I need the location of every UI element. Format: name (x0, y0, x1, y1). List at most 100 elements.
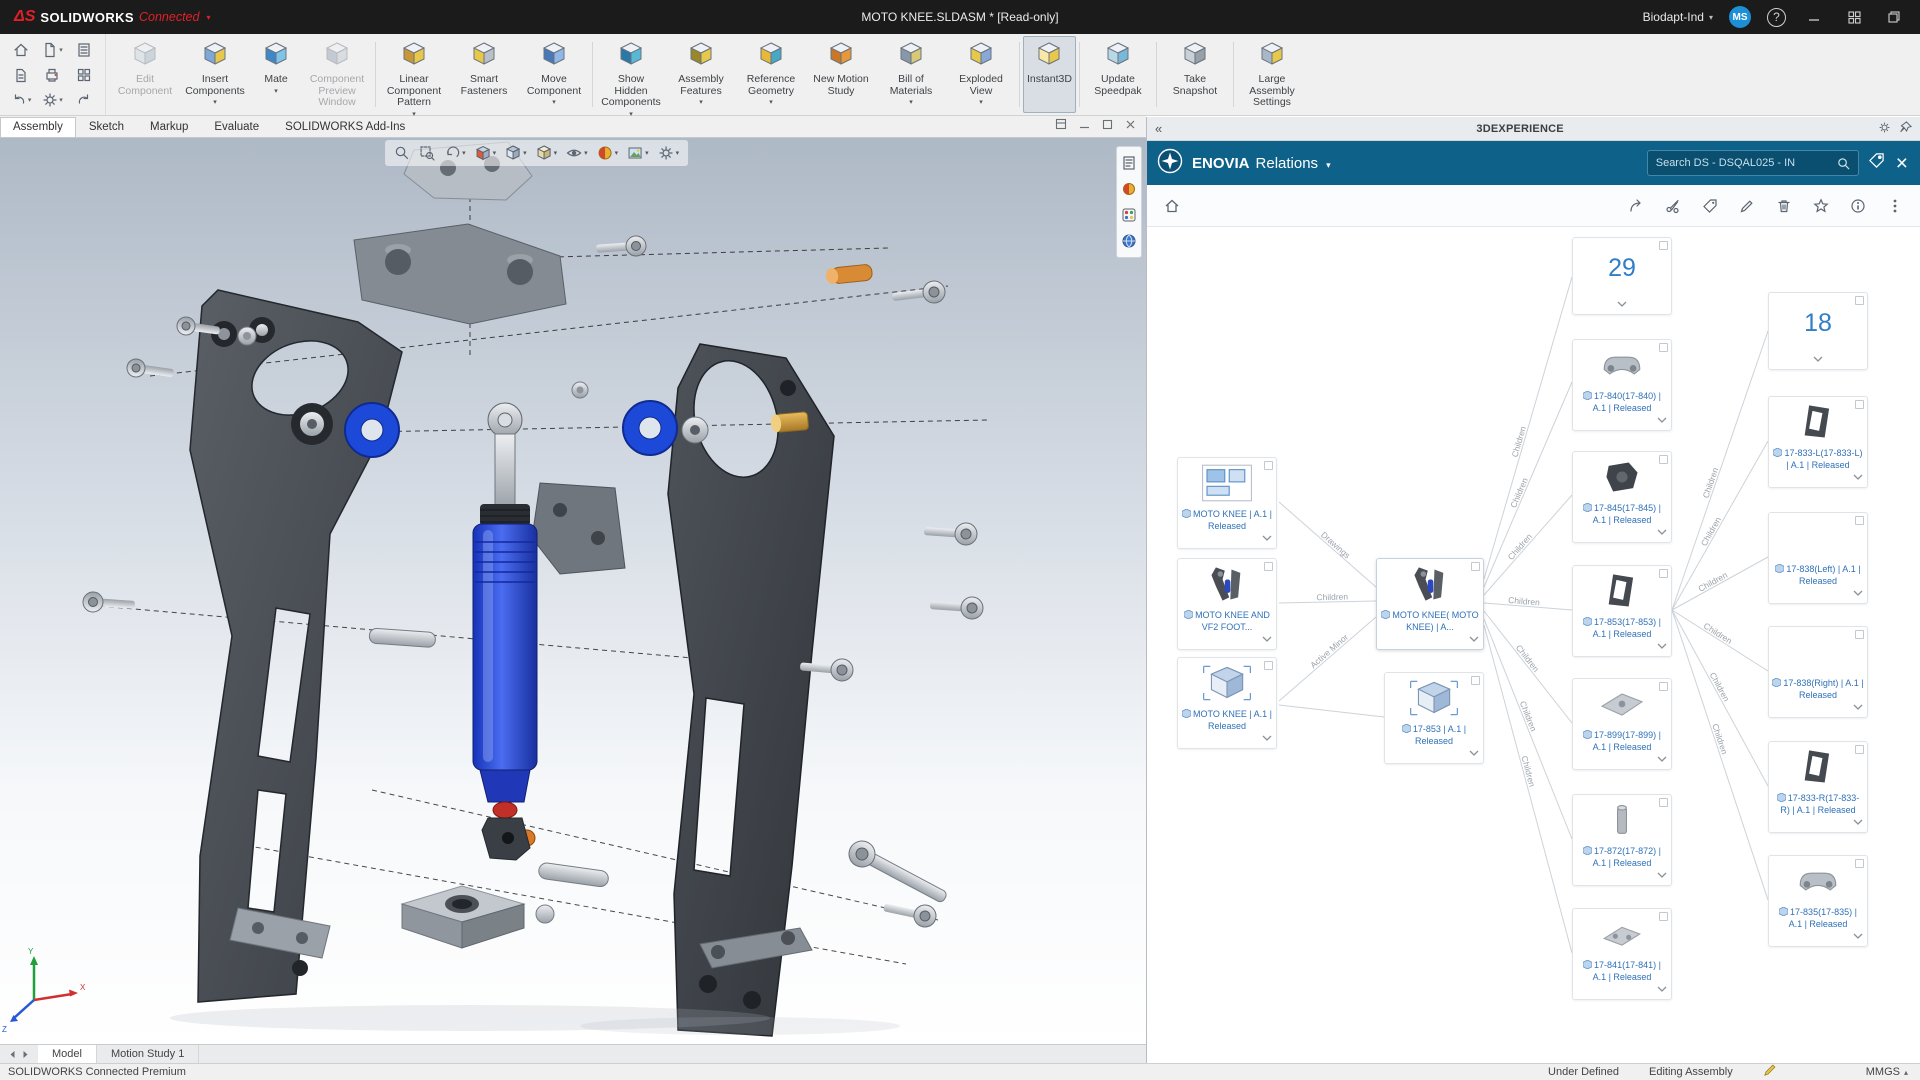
favorite-button[interactable] (1812, 197, 1830, 215)
zoom-area-button[interactable] (416, 142, 438, 164)
home-icon[interactable] (1163, 197, 1181, 215)
pin-commandmanager-icon[interactable] (1055, 118, 1067, 133)
expand-chevron-icon[interactable] (1262, 629, 1272, 647)
model-tab-model[interactable]: Model (38, 1045, 97, 1063)
tile-windows-button[interactable] (1842, 5, 1866, 29)
ribbon-move-component-button[interactable]: Move Component▾ (519, 36, 589, 113)
expand-chevron-icon[interactable] (1657, 522, 1667, 540)
display-style-button[interactable]: ▾ (533, 142, 561, 164)
minimize-panel-icon[interactable] (1079, 119, 1090, 133)
ribbon-new-motion-study-button[interactable]: New Motion Study (806, 36, 876, 113)
node-checkbox[interactable] (1659, 241, 1668, 250)
hide-show-items-button[interactable]: ▾ (563, 142, 591, 164)
graph-node-17-833-L[interactable]: 17-833-L(17-833-L) | A.1 | Released (1768, 396, 1868, 488)
graph-node-moto-knee-main[interactable]: MOTO KNEE( MOTO KNEE) | A... (1376, 558, 1484, 650)
expand-chevron-icon[interactable] (1657, 979, 1667, 997)
node-checkbox[interactable] (1855, 516, 1864, 525)
redo-button[interactable] (69, 88, 99, 112)
node-checkbox[interactable] (1855, 859, 1864, 868)
clipboard-button[interactable] (69, 38, 99, 62)
ribbon-take-snapshot-button[interactable]: Take Snapshot (1160, 36, 1230, 113)
node-checkbox[interactable] (1471, 562, 1480, 571)
information-button[interactable] (1849, 197, 1867, 215)
node-checkbox[interactable] (1659, 569, 1668, 578)
task-pane-design-binder-tab[interactable] (1119, 153, 1139, 173)
expand-chevron-icon[interactable] (1657, 636, 1667, 654)
node-checkbox[interactable] (1855, 745, 1864, 754)
apply-scene-button[interactable]: ▾ (624, 142, 652, 164)
zoom-fit-button[interactable] (391, 142, 413, 164)
restore-button[interactable] (1882, 5, 1906, 29)
graph-node-17-840[interactable]: 17-840(17-840) | A.1 | Released (1572, 339, 1672, 431)
graph-node-17-838-left[interactable]: 17-838(Left) | A.1 | Released (1768, 512, 1868, 604)
tab-sketch[interactable]: Sketch (76, 117, 137, 137)
more-options-button[interactable] (1886, 197, 1904, 215)
undo-button[interactable]: ▾ (6, 88, 36, 112)
search-input[interactable]: Search DS - DSQAL025 - IN (1647, 150, 1859, 176)
close-widget-button[interactable]: × (1894, 153, 1910, 174)
settings-gear-button[interactable]: ▾ (37, 88, 67, 112)
expand-chevron-icon[interactable] (1262, 528, 1272, 546)
float-panel-icon[interactable] (1102, 119, 1113, 133)
expand-chevron-icon[interactable] (1262, 728, 1272, 746)
previous-view-button[interactable]: ▾ (441, 142, 469, 164)
expand-chevron-icon[interactable] (1657, 865, 1667, 883)
ribbon-insert-components-button[interactable]: Insert Components▾ (180, 36, 250, 113)
ribbon-assembly-features-button[interactable]: Assembly Features▾ (666, 36, 736, 113)
tag-button[interactable] (1701, 197, 1719, 215)
task-pane-appearances-tab[interactable] (1119, 179, 1139, 199)
avatar[interactable]: MS (1729, 6, 1751, 28)
edit-pencil-icon[interactable] (1763, 1064, 1776, 1080)
ribbon-update-speedpak-button[interactable]: Update Speedpak (1083, 36, 1153, 113)
ribbon-exploded-view-button[interactable]: Exploded View▾ (946, 36, 1016, 113)
node-checkbox[interactable] (1264, 661, 1273, 670)
tab-markup[interactable]: Markup (137, 117, 201, 137)
graphics-area[interactable]: Y X Z ▾▾▾▾▾▾▾▾ (0, 138, 1146, 1044)
graph-node-17-835[interactable]: 17-835(17-835) | A.1 | Released (1768, 855, 1868, 947)
collapse-panel-icon[interactable]: « (1155, 121, 1162, 136)
ribbon-reference-geometry-button[interactable]: Reference Geometry▾ (736, 36, 806, 113)
help-button[interactable]: ? (1767, 8, 1786, 27)
graph-node-17-872[interactable]: 17-872(17-872) | A.1 | Released (1572, 794, 1672, 886)
section-view-button[interactable]: ▾ (472, 142, 500, 164)
tab-solidworks-add-ins[interactable]: SOLIDWORKS Add-Ins (272, 117, 418, 137)
edit-appearance-button[interactable]: ▾ (594, 142, 622, 164)
expand-chevron-icon[interactable] (1813, 349, 1823, 367)
ribbon-linear-component-pattern-button[interactable]: Linear Component Pattern▾ (379, 36, 449, 113)
node-checkbox[interactable] (1264, 461, 1273, 470)
graph-node-moto-knee-cad[interactable]: MOTO KNEE | A.1 | Released (1177, 657, 1277, 749)
graph-node-count-29[interactable]: 29 (1572, 237, 1672, 315)
node-checkbox[interactable] (1659, 798, 1668, 807)
expand-chevron-icon[interactable] (1469, 743, 1479, 761)
tab-evaluate[interactable]: Evaluate (201, 117, 272, 137)
widget-name[interactable]: Relations (1256, 155, 1319, 172)
navigate-button[interactable] (1627, 197, 1645, 215)
view-settings-button[interactable]: ▾ (655, 142, 683, 164)
node-checkbox[interactable] (1659, 455, 1668, 464)
expand-chevron-icon[interactable] (1853, 926, 1863, 944)
home-button[interactable] (6, 38, 36, 62)
graph-node-17-845[interactable]: 17-845(17-845) | A.1 | Released (1572, 451, 1672, 543)
panel-settings-gear-icon[interactable] (1878, 121, 1891, 137)
relations-graph[interactable]: ChildrenChildrenChildrenChildrenChildren… (1147, 227, 1920, 1063)
ribbon-instant3d-button[interactable]: Instant3D (1023, 36, 1076, 113)
print-button[interactable] (37, 63, 67, 87)
graph-node-17-833-R[interactable]: 17-833-R(17-833-R) | A.1 | Released (1768, 741, 1868, 833)
edit-button[interactable] (1738, 197, 1756, 215)
delete-button[interactable] (1775, 197, 1793, 215)
node-checkbox[interactable] (1855, 296, 1864, 305)
sheet-nav-arrows[interactable] (0, 1045, 38, 1063)
pin-panel-icon[interactable] (1899, 121, 1912, 137)
tag-icon[interactable] (1868, 152, 1885, 174)
open-document-button[interactable] (6, 63, 36, 87)
graph-node-count-18[interactable]: 18 (1768, 292, 1868, 370)
node-checkbox[interactable] (1471, 676, 1480, 685)
ribbon-large-assembly-settings-button[interactable]: Large Assembly Settings (1237, 36, 1307, 113)
close-panel-icon[interactable] (1125, 119, 1136, 133)
task-pane-decals-tab[interactable] (1119, 205, 1139, 225)
graph-node-17-853-minor[interactable]: 17-853 | A.1 | Released (1384, 672, 1484, 764)
graph-node-17-838-right[interactable]: 17-838(Right) | A.1 | Released (1768, 626, 1868, 718)
model-tab-motion-study-1[interactable]: Motion Study 1 (97, 1045, 199, 1063)
chevron-down-icon[interactable]: ▾ (1326, 160, 1331, 171)
ribbon-show-hidden-components-button[interactable]: Show Hidden Components▾ (596, 36, 666, 113)
